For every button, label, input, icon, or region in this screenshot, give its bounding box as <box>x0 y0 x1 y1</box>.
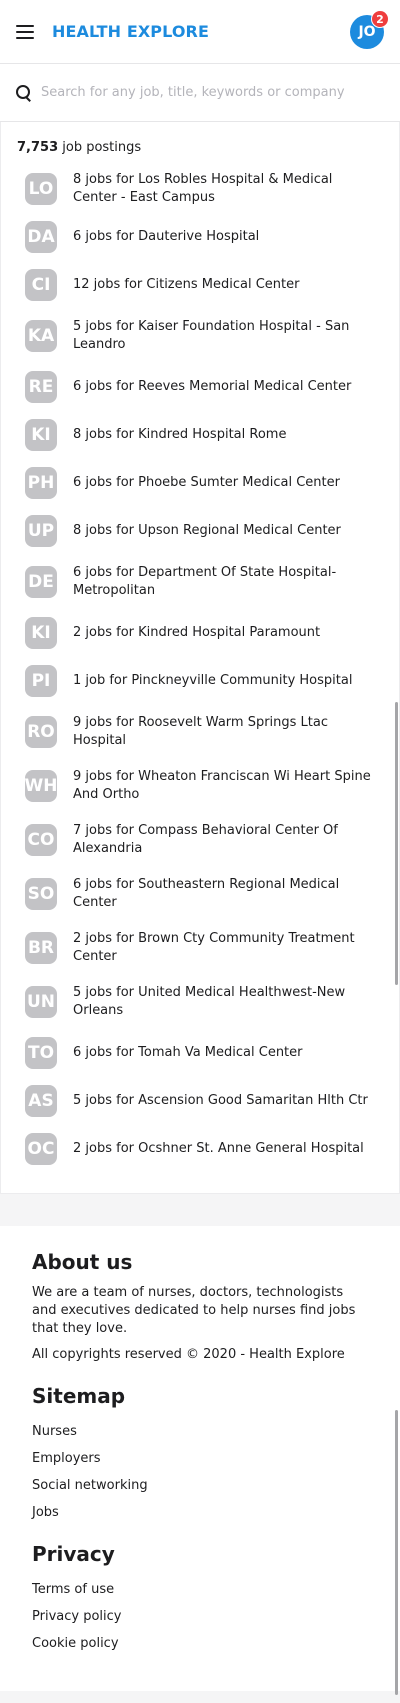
list-item-label: 6 jobs for Department Of State Hospital-… <box>73 565 337 598</box>
employer-logo: RO <box>25 716 57 748</box>
sitemap-link-jobs[interactable]: Jobs <box>32 1499 368 1526</box>
list-item[interactable]: RE 6 jobs for Reeves Memorial Medical Ce… <box>1 363 399 411</box>
list-item-label: 12 jobs for Citizens Medical Center <box>73 277 300 292</box>
list-item[interactable]: KA 5 jobs for Kaiser Foundation Hospital… <box>1 309 399 363</box>
list-item-label: 5 jobs for Kaiser Foundation Hospital - … <box>73 319 350 352</box>
about-title: About us <box>32 1250 133 1274</box>
privacy-section: Privacy Terms of use Privacy policy Cook… <box>32 1542 368 1657</box>
results-count: 7,753 job postings <box>1 122 399 165</box>
list-item[interactable]: CO 7 jobs for Compass Behavioral Center … <box>1 813 399 867</box>
list-item-label: 6 jobs for Phoebe Sumter Medical Center <box>73 475 340 490</box>
brand-logo[interactable]: HEALTH EXPLORE <box>52 22 209 41</box>
list-item[interactable]: SO 6 jobs for Southeastern Regional Medi… <box>1 867 399 921</box>
list-item[interactable]: PI 1 job for Pinckneyville Community Hos… <box>1 657 399 705</box>
list-item-label: 6 jobs for Dauterive Hospital <box>73 229 260 244</box>
employer-logo: PH <box>25 467 57 499</box>
search-input[interactable] <box>41 85 384 100</box>
sitemap-title: Sitemap <box>32 1384 126 1408</box>
employer-logo: UP <box>25 515 57 547</box>
list-item-label: 6 jobs for Reeves Memorial Medical Cente… <box>73 379 352 394</box>
search-icon <box>16 85 31 100</box>
privacy-link-cookie-policy[interactable]: Cookie policy <box>32 1630 368 1657</box>
list-item[interactable]: TO 6 jobs for Tomah Va Medical Center <box>1 1029 399 1077</box>
sitemap-link-nurses[interactable]: Nurses <box>32 1418 368 1445</box>
employer-logo: UN <box>25 986 57 1018</box>
privacy-title: Privacy <box>32 1542 115 1566</box>
employer-logo: DE <box>25 566 57 598</box>
notification-badge: 2 <box>371 10 389 28</box>
app-header: HEALTH EXPLORE JO 2 <box>0 0 400 64</box>
list-item-label: 9 jobs for Roosevelt Warm Springs Ltac H… <box>73 715 329 748</box>
list-item[interactable]: OC 2 jobs for Ocshner St. Anne General H… <box>1 1125 399 1173</box>
list-item-label: 1 job for Pinckneyville Community Hospit… <box>73 673 353 688</box>
list-item-label: 8 jobs for Upson Regional Medical Center <box>73 523 341 538</box>
employer-logo: CI <box>25 269 57 301</box>
privacy-link-privacy-policy[interactable]: Privacy policy <box>32 1603 368 1630</box>
list-item[interactable]: AS 5 jobs for Ascension Good Samaritan H… <box>1 1077 399 1125</box>
results-panel: 7,753 job postings LO 8 jobs for Los Rob… <box>0 122 400 1194</box>
employer-logo: WH <box>25 770 58 802</box>
sitemap-link-social-networking[interactable]: Social networking <box>32 1472 368 1499</box>
employer-logo: DA <box>25 221 57 253</box>
list-item-label: 2 jobs for Kindred Hospital Paramount <box>73 625 321 640</box>
employer-logo: KI <box>25 419 57 451</box>
employer-logo: KI <box>25 617 57 649</box>
employer-logo: SO <box>25 878 57 910</box>
list-item-label: 5 jobs for United Medical Healthwest-New… <box>73 985 346 1018</box>
search-bar <box>0 64 400 122</box>
results-count-label: job postings <box>58 140 142 155</box>
privacy-link-terms[interactable]: Terms of use <box>32 1576 368 1603</box>
about-text: We are a team of nurses, doctors, techno… <box>32 1285 356 1336</box>
list-item[interactable]: CI 12 jobs for Citizens Medical Center <box>1 261 399 309</box>
list-item-label: 6 jobs for Southeastern Regional Medical… <box>73 877 340 910</box>
employer-logo: LO <box>25 173 57 205</box>
results-count-number: 7,753 <box>17 140 59 155</box>
list-item-label: 9 jobs for Wheaton Franciscan Wi Heart S… <box>73 769 371 802</box>
employer-logo: OC <box>25 1133 57 1165</box>
about-section: About us We are a team of nurses, doctor… <box>32 1250 368 1364</box>
list-item[interactable]: DA 6 jobs for Dauterive Hospital <box>1 213 399 261</box>
employer-logo: AS <box>25 1085 57 1117</box>
list-item[interactable]: DE 6 jobs for Department Of State Hospit… <box>1 555 399 609</box>
copyright-text: All copyrights reserved © 2020 - Health … <box>32 1347 345 1362</box>
employer-logo: PI <box>25 665 57 697</box>
sitemap-link-employers[interactable]: Employers <box>32 1445 368 1472</box>
hamburger-menu-icon[interactable] <box>16 24 34 39</box>
sitemap-section: Sitemap Nurses Employers Social networki… <box>32 1384 368 1526</box>
list-item-label: 2 jobs for Ocshner St. Anne General Hosp… <box>73 1141 364 1156</box>
list-item[interactable]: UP 8 jobs for Upson Regional Medical Cen… <box>1 507 399 555</box>
list-item-label: 5 jobs for Ascension Good Samaritan Hlth… <box>73 1093 368 1108</box>
list-item-label: 7 jobs for Compass Behavioral Center Of … <box>73 823 338 856</box>
list-item[interactable]: BR 2 jobs for Brown Cty Community Treatm… <box>1 921 399 975</box>
list-item[interactable]: UN 5 jobs for United Medical Healthwest-… <box>1 975 399 1029</box>
list-item-label: 6 jobs for Tomah Va Medical Center <box>73 1045 303 1060</box>
list-item[interactable]: KI 2 jobs for Kindred Hospital Paramount <box>1 609 399 657</box>
user-avatar-button[interactable]: JO 2 <box>350 10 389 49</box>
footer-gap <box>0 1194 400 1226</box>
list-item[interactable]: WH 9 jobs for Wheaton Franciscan Wi Hear… <box>1 759 399 813</box>
employer-logo: RE <box>25 371 57 403</box>
list-item-label: 2 jobs for Brown Cty Community Treatment… <box>73 931 355 964</box>
employer-logo: BR <box>25 932 57 964</box>
employer-logo: TO <box>25 1037 57 1069</box>
employer-logo: KA <box>25 320 57 352</box>
list-item[interactable]: RO 9 jobs for Roosevelt Warm Springs Lta… <box>1 705 399 759</box>
list-item[interactable]: LO 8 jobs for Los Robles Hospital & Medi… <box>1 165 399 213</box>
site-footer: About us We are a team of nurses, doctor… <box>0 1226 400 1691</box>
list-item-label: 8 jobs for Los Robles Hospital & Medical… <box>73 172 333 205</box>
page-scrollbar[interactable] <box>395 1410 398 1695</box>
list-item[interactable]: PH 6 jobs for Phoebe Sumter Medical Cent… <box>1 459 399 507</box>
list-item[interactable]: KI 8 jobs for Kindred Hospital Rome <box>1 411 399 459</box>
results-scrollbar[interactable] <box>395 702 398 985</box>
list-item-label: 8 jobs for Kindred Hospital Rome <box>73 427 287 442</box>
employer-logo: CO <box>25 824 57 856</box>
